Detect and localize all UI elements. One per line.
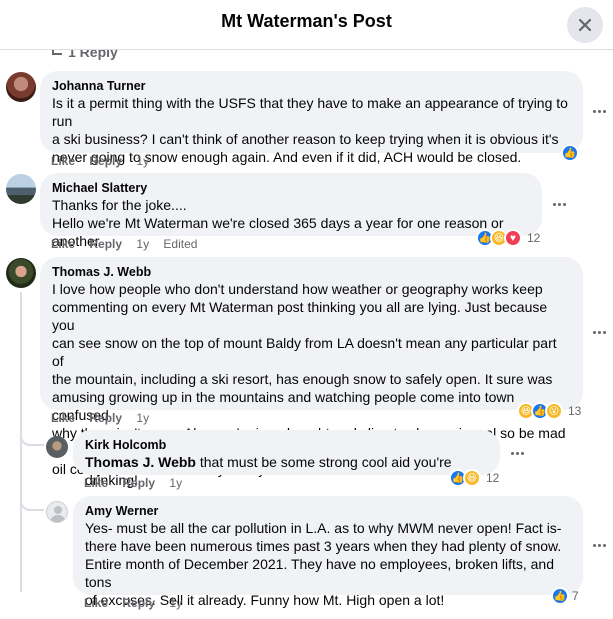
reply-button[interactable]: Reply [122,596,155,610]
more-options-button[interactable] [589,322,609,342]
timestamp[interactable]: 1y [136,411,149,425]
reaction-summary[interactable]: 👍 7 [551,586,579,606]
timestamp[interactable]: 1y [169,476,182,490]
reaction-summary[interactable]: 👍 [561,143,579,163]
dialog-header: Mt Waterman's Post [0,0,613,50]
avatar[interactable] [6,174,36,204]
comment-line: I love how people who don't understand h… [52,281,543,297]
avatar[interactable] [46,436,68,458]
default-avatar-icon[interactable] [46,501,68,523]
comment-line: Entire month of December 2021. They have… [85,556,555,590]
reaction-count: 7 [572,589,579,603]
timestamp[interactable]: 1y [136,237,149,251]
reply-button[interactable]: Reply [89,154,122,168]
comment-line: the mountain, including a ski resort, ha… [52,371,553,387]
more-options-button[interactable] [589,101,609,121]
like-button[interactable]: Like [84,596,108,610]
comment-line: a ski business? I can't think of another… [52,131,559,147]
reaction-summary[interactable]: 👍 😆 ♥ 12 [476,228,540,248]
comment-author[interactable]: Kirk Holcomb [85,437,488,453]
avatar[interactable] [6,258,36,288]
edited-label: Edited [163,237,198,251]
mention-link[interactable]: Thomas J. Webb [85,454,196,470]
like-reaction-icon: 👍 [551,587,569,605]
comment-line: there have been numerous times past 3 ye… [85,538,562,554]
reply-bubble: Kirk Holcomb Thomas J. Webb that must be… [73,430,500,488]
comment-actions: Like Reply 1y [51,410,160,426]
thread-connector [20,430,44,446]
comment-author[interactable]: Thomas J. Webb [52,264,571,280]
close-icon [578,18,592,32]
comment-line: Yes- must be all the car pollution in L.… [85,520,562,536]
wow-reaction-icon: 😮 [545,402,563,420]
close-button[interactable] [567,7,603,43]
comment-bubble: Michael Slattery Thanks for the joke....… [40,173,542,249]
reaction-summary[interactable]: 👍 😆 12 [449,468,499,488]
comment-line: Is it a permit thing with the USFS that … [52,95,568,129]
reply-bubble: Amy Werner Yes- must be all the car poll… [73,496,583,608]
comment-author[interactable]: Michael Slattery [52,180,530,196]
like-button[interactable]: Like [84,476,108,490]
thread-connector [20,490,44,511]
like-button[interactable]: Like [51,154,75,168]
comment-bubble: Thomas J. Webb I love how people who don… [40,257,583,477]
comment-line: Thanks for the joke.... [52,197,187,213]
comment-actions: Like Reply 1y [84,475,193,491]
reply-button[interactable]: Reply [89,237,122,251]
reply-button[interactable]: Reply [89,411,122,425]
reaction-count: 13 [568,404,582,418]
reaction-count: 12 [486,471,500,485]
timestamp[interactable]: 1y [169,596,182,610]
like-button[interactable]: Like [51,411,75,425]
reply-button[interactable]: Reply [122,476,155,490]
comment-author[interactable]: Amy Werner [85,503,571,519]
reaction-count: 12 [527,231,541,245]
timestamp[interactable]: 1y [136,154,149,168]
haha-reaction-icon: 😆 [463,469,481,487]
comment-actions: Like Reply 1y Edited [51,236,197,252]
comment-actions: Like Reply 1y [51,153,160,169]
more-options-button[interactable] [507,443,527,463]
avatar[interactable] [6,72,36,102]
comment-line: can see snow on the top of mount Baldy f… [52,335,557,369]
love-reaction-icon: ♥ [504,229,522,247]
comment-bubble: Johanna Turner Is it a permit thing with… [40,71,583,165]
reaction-summary[interactable]: 😆 👍 😮 13 [517,401,581,421]
more-options-button[interactable] [589,535,609,555]
comment-author[interactable]: Johanna Turner [52,78,571,94]
comment-line: commenting on every Mt Waterman post thi… [52,299,548,333]
comment-actions: Like Reply 1y [84,595,193,611]
more-options-button[interactable] [549,194,569,214]
like-reaction-icon: 👍 [561,144,579,162]
post-title: Mt Waterman's Post [221,11,392,31]
like-button[interactable]: Like [51,237,75,251]
